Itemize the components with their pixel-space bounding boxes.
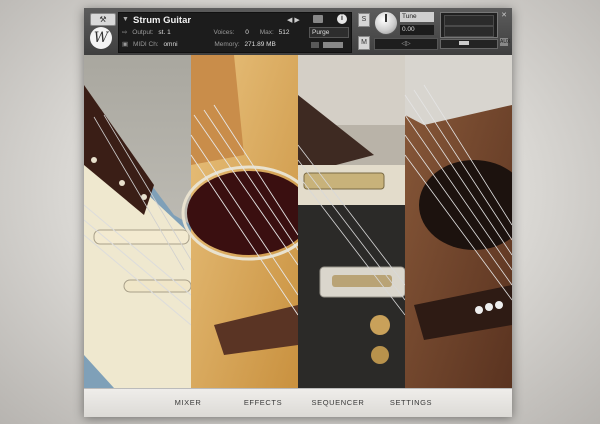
midi-value[interactable]: omni [163, 41, 177, 48]
kontakt-instrument-panel: ⚒ W ▼ Strum Guitar ◀ ▶ i ⇨ Output: st. 1… [84, 8, 512, 417]
instrument-logo: W [90, 27, 112, 49]
tab-bar: MIXER EFFECTS SEQUENCER SETTINGS [84, 388, 512, 417]
output-icon: ⇨ [122, 29, 128, 36]
instrument-info-panel: ▼ Strum Guitar ◀ ▶ i ⇨ Output: st. 1 Voi… [118, 12, 352, 53]
midi-icon: ▣ [122, 41, 129, 48]
disk-meter [323, 42, 343, 48]
tab-mixer[interactable]: MIXER [153, 389, 223, 417]
cpu-meter [311, 42, 319, 48]
electric-guitar-panel [84, 55, 192, 388]
max-value[interactable]: 512 [279, 29, 290, 36]
output-label: Output: [132, 29, 154, 36]
tab-effects[interactable]: EFFECTS [228, 389, 298, 417]
voices-value: 0 [245, 29, 249, 36]
wrench-icon[interactable]: ⚒ [90, 13, 116, 26]
acoustic-guitar-panel [181, 55, 317, 388]
tune-knob[interactable] [374, 11, 398, 35]
meter-right [444, 26, 494, 37]
info-icon[interactable]: i [337, 14, 347, 24]
instrument-menu-icon[interactable]: ▼ [122, 16, 129, 23]
tab-sequencer[interactable]: SEQUENCER [303, 389, 373, 417]
meter-left [444, 15, 494, 26]
tune-label: Tune [400, 12, 434, 22]
guitar-collage-image [84, 55, 512, 388]
solo-button[interactable]: S [358, 13, 370, 27]
instrument-artwork [84, 55, 512, 388]
volume-slider[interactable] [440, 39, 498, 49]
purge-dropdown[interactable]: Purge [309, 27, 349, 38]
aux-icon[interactable]: AUX [500, 38, 510, 46]
camera-icon[interactable] [313, 15, 323, 23]
pan-slider[interactable]: ◁▷ [374, 38, 438, 50]
tune-value[interactable]: 0.00 [400, 25, 434, 35]
semi-hollow-guitar-panel [297, 55, 406, 388]
output-value[interactable]: st. 1 [158, 29, 170, 36]
close-icon[interactable]: ✕ [500, 12, 508, 20]
mute-button[interactable]: M [358, 36, 370, 50]
voices-label: Voices: [213, 29, 235, 36]
memory-label: Memory: [214, 41, 240, 48]
instrument-title[interactable]: Strum Guitar [133, 15, 191, 26]
prev-next-icons[interactable]: ◀ ▶ [287, 16, 300, 24]
midi-label: MIDI Ch: [132, 41, 159, 48]
tab-settings[interactable]: SETTINGS [376, 389, 446, 417]
level-meter-display [440, 12, 498, 38]
pan-icon: ◁▷ [401, 41, 411, 47]
max-label: Max: [259, 29, 274, 36]
memory-value: 271.89 MB [244, 41, 276, 48]
midi-row: ▣ MIDI Ch: omni Memory: 271.89 MB [122, 40, 279, 48]
volume-handle[interactable] [459, 41, 469, 45]
output-row: ⇨ Output: st. 1 Voices: 0 Max: 512 [122, 28, 293, 36]
twelve-string-guitar-panel [404, 55, 512, 388]
instrument-header: ⚒ W ▼ Strum Guitar ◀ ▶ i ⇨ Output: st. 1… [84, 8, 512, 56]
